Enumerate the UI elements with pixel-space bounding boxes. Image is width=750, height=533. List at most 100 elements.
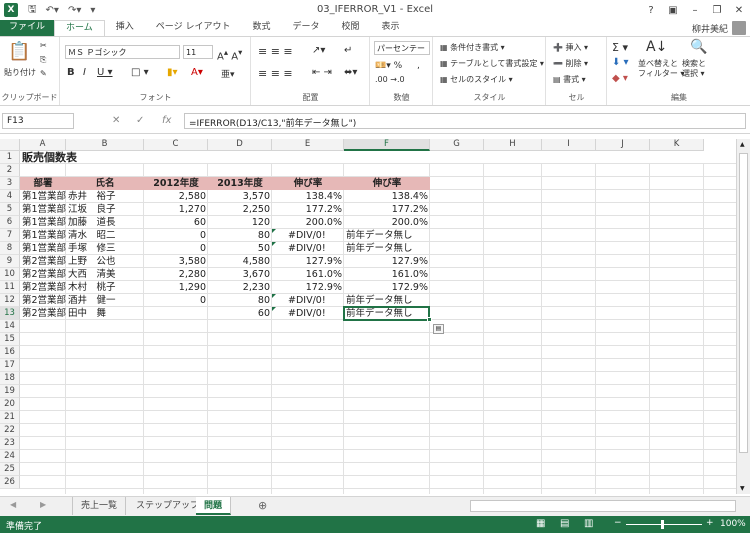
customize-qat-icon[interactable]: ▾ [90, 5, 95, 16]
error-indicator-icon[interactable] [272, 294, 276, 298]
tab-data[interactable]: データ [281, 20, 330, 36]
row-header[interactable]: 9 [0, 255, 20, 268]
conditional-format-button[interactable]: ▦ 条件付き書式 ▾ [440, 42, 505, 53]
table-cell[interactable]: 50 [208, 242, 272, 255]
row-header[interactable]: 11 [0, 281, 20, 294]
row-header[interactable]: 24 [0, 450, 20, 463]
find-select-button[interactable]: 検索と 選択 ▾ [682, 59, 706, 79]
column-header-j[interactable]: J [596, 139, 650, 151]
align-top-icon[interactable]: ≡ ≡ ≡ [258, 45, 293, 58]
table-cell[interactable]: 2,250 [208, 203, 272, 216]
column-header-i[interactable]: I [542, 139, 596, 151]
normal-view-icon[interactable]: ▦ [536, 518, 545, 529]
copy-icon[interactable]: ⎘ [40, 55, 46, 65]
sheet-title[interactable]: 販売個数表 [20, 151, 77, 164]
table-cell[interactable]: 161.0% [344, 268, 430, 281]
table-cell[interactable]: 2,230 [208, 281, 272, 294]
avatar[interactable] [732, 21, 746, 35]
column-header-e[interactable]: E [272, 139, 344, 151]
sheet-tab-problem[interactable]: 問題 [196, 497, 232, 515]
table-cell[interactable]: 第2営業部 [20, 255, 66, 268]
table-cell[interactable]: 0 [144, 294, 208, 307]
table-cell[interactable]: 200.0% [272, 216, 344, 229]
row-header[interactable]: 26 [0, 476, 20, 489]
tab-file[interactable]: ファイル [0, 20, 55, 36]
number-format-select[interactable]: パーセンテー [374, 41, 430, 55]
restore-icon[interactable]: ❐ [706, 0, 728, 20]
row-header[interactable]: 22 [0, 424, 20, 437]
row-header[interactable]: 17 [0, 359, 20, 372]
table-cell[interactable]: 第2営業部 [20, 294, 66, 307]
table-cell[interactable]: #DIV/0! [272, 242, 344, 255]
table-cell[interactable]: 172.9% [272, 281, 344, 294]
table-cell[interactable]: 60 [144, 216, 208, 229]
table-header-cell[interactable]: 氏名 [66, 177, 144, 190]
close-icon[interactable]: ✕ [728, 0, 750, 20]
row-header[interactable]: 18 [0, 372, 20, 385]
table-cell[interactable]: 第2営業部 [20, 307, 66, 320]
sort-filter-button[interactable]: 並べ替えと フィルター ▾ [638, 59, 684, 79]
table-cell[interactable]: 127.9% [344, 255, 430, 268]
autosum-icon[interactable]: Σ ▾ [612, 41, 628, 54]
table-cell[interactable]: 127.9% [272, 255, 344, 268]
row-header[interactable]: 19 [0, 385, 20, 398]
row-header[interactable]: 1 [0, 151, 20, 164]
table-cell[interactable]: 第1営業部 [20, 190, 66, 203]
table-cell[interactable]: 上野 公也 [66, 255, 144, 268]
error-indicator-icon[interactable] [272, 307, 276, 311]
row-header[interactable]: 25 [0, 463, 20, 476]
table-cell[interactable]: 172.9% [344, 281, 430, 294]
column-header-k[interactable]: K [650, 139, 704, 151]
cell-area[interactable]: 販売個数表 部署 氏名 2012年度 2013年度 伸び率 伸び率 第1営業部 赤井 裕子 2,5… [20, 151, 736, 494]
table-cell[interactable]: 2,580 [144, 190, 208, 203]
table-cell[interactable]: 80 [208, 294, 272, 307]
tab-review[interactable]: 校閲 [330, 20, 370, 36]
horizontal-scrollbar[interactable] [470, 500, 736, 512]
zoom-in-icon[interactable]: + [706, 518, 714, 528]
ribbon-display-icon[interactable]: ▣ [662, 0, 684, 20]
sheet-tab-sales-list[interactable]: 売上一覧 [72, 497, 127, 515]
table-cell[interactable]: 第1営業部 [20, 203, 66, 216]
table-cell[interactable]: 赤井 裕子 [66, 190, 144, 203]
table-cell[interactable]: 177.2% [344, 203, 430, 216]
fill-handle[interactable] [427, 317, 432, 322]
scroll-up-icon[interactable]: ▲ [740, 141, 745, 148]
table-cell[interactable]: 手塚 修三 [66, 242, 144, 255]
clear-icon[interactable]: ◆ ▾ [612, 73, 628, 84]
bold-icon[interactable]: B [67, 67, 75, 78]
table-cell[interactable]: 3,580 [144, 255, 208, 268]
row-header[interactable]: 21 [0, 411, 20, 424]
table-cell[interactable]: 161.0% [272, 268, 344, 281]
column-header-h[interactable]: H [484, 139, 542, 151]
row-header[interactable]: 6 [0, 216, 20, 229]
row-header[interactable]: 10 [0, 268, 20, 281]
zoom-slider[interactable] [626, 524, 702, 525]
table-cell[interactable]: 1,290 [144, 281, 208, 294]
fill-icon[interactable]: ⬇ ▾ [612, 57, 629, 68]
save-icon[interactable]: 🖫 [28, 2, 37, 19]
formula-input[interactable]: =IFERROR(D13/C13,"前年データ無し") [184, 113, 746, 129]
minimize-icon[interactable]: – [684, 0, 706, 20]
table-cell[interactable]: 138.4% [272, 190, 344, 203]
row-header[interactable]: 12 [0, 294, 20, 307]
table-cell[interactable]: 前年データ無し [344, 229, 430, 242]
row-header[interactable]: 7 [0, 229, 20, 242]
row-header[interactable]: 2 [0, 164, 20, 177]
table-cell[interactable]: 木村 桃子 [66, 281, 144, 294]
table-cell[interactable]: 第1営業部 [20, 242, 66, 255]
table-cell[interactable]: 田中 舞 [66, 307, 144, 320]
tab-view[interactable]: 表示 [371, 20, 411, 36]
orientation-icon[interactable]: ↗▾ [312, 45, 325, 56]
page-layout-view-icon[interactable]: ▤ [560, 518, 569, 529]
cancel-icon[interactable]: ✕ [112, 115, 120, 126]
format-as-table-button[interactable]: ▦ テーブルとして書式設定 ▾ [440, 58, 544, 69]
font-name-select[interactable]: ＭＳ Ｐゴシック [65, 45, 180, 59]
table-header-cell[interactable]: 伸び率 [272, 177, 344, 190]
tab-formulas[interactable]: 数式 [241, 20, 281, 36]
table-cell[interactable]: 138.4% [344, 190, 430, 203]
table-cell[interactable]: 60 [208, 307, 272, 320]
decimal-icon[interactable]: .00 →.0 [375, 75, 405, 84]
format-cells-button[interactable]: ▤ 書式 ▾ [553, 74, 586, 85]
row-header[interactable]: 4 [0, 190, 20, 203]
table-cell[interactable]: 120 [208, 216, 272, 229]
